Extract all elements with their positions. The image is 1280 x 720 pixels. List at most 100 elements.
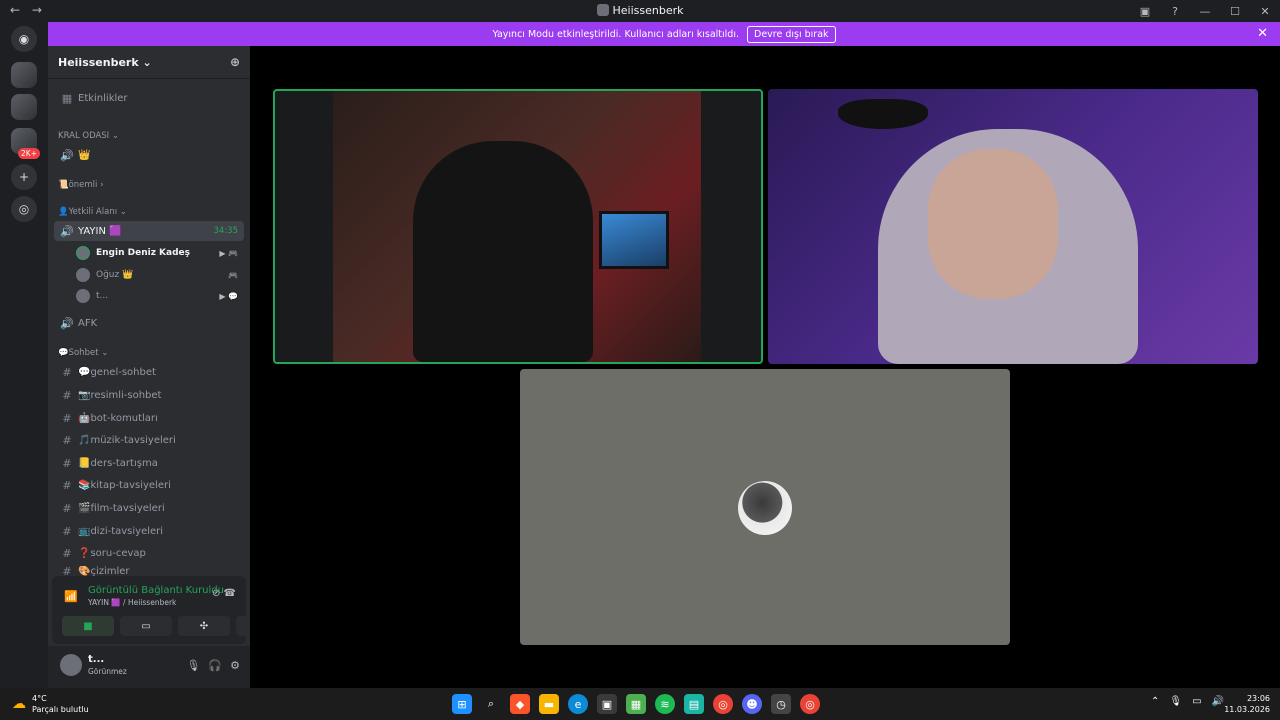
text-channel[interactable]: # 🤖bot-komutları xyxy=(54,408,244,428)
banner-close-icon[interactable]: ✕ xyxy=(1257,26,1268,41)
avatar xyxy=(76,246,90,260)
discord-home-icon[interactable]: ◉ xyxy=(11,26,37,52)
weather-desc: Parçalı bulutlu xyxy=(32,705,89,714)
clock-app-icon[interactable]: ◷ xyxy=(771,694,791,714)
discover-icon[interactable]: ◎ xyxy=(11,196,37,222)
channel-name: 🎬film-tavsiyeleri xyxy=(78,502,165,514)
disable-streamer-mode-button[interactable]: Devre dışı bırak xyxy=(747,25,836,43)
spotify-icon[interactable]: ≋ xyxy=(655,694,675,714)
app-icon[interactable]: ▤ xyxy=(684,694,704,714)
text-channel[interactable]: # 📷resimli-sohbet xyxy=(54,385,244,405)
streamer-mode-banner: Yayıncı Modu etkinleştirildi. Kullanıcı … xyxy=(48,22,1280,46)
hash-icon: # xyxy=(62,365,72,379)
voice-panel-actions: ⊘ ☎ xyxy=(212,588,236,599)
text-channel[interactable]: # 📚kitap-tavsiyeleri xyxy=(54,475,244,495)
voice-channel-afk[interactable]: 🔊 AFK xyxy=(54,313,244,333)
video-tile-1[interactable] xyxy=(273,89,763,364)
activities-button[interactable]: ✣ xyxy=(178,616,230,636)
voice-member[interactable]: t... ▶ 💬 xyxy=(76,286,244,306)
avatar xyxy=(738,481,792,535)
microphone-icon[interactable]: 🎙 xyxy=(1169,696,1182,707)
category-sohbet[interactable]: 💬Sohbet ⌄ xyxy=(58,348,108,358)
store-icon[interactable]: ▣ xyxy=(597,694,617,714)
help-icon[interactable]: ? xyxy=(1160,5,1190,18)
category-onemli[interactable]: 📜önemli › xyxy=(58,180,104,190)
invite-icon[interactable]: ⊕ xyxy=(230,55,240,69)
windows-start-icon[interactable]: ⊞ xyxy=(452,694,472,714)
chrome-profile-icon[interactable]: ◎ xyxy=(800,694,820,714)
brave-icon[interactable]: ◆ xyxy=(510,694,530,714)
microphone-icon[interactable]: 🎙 xyxy=(186,659,200,672)
chevron-up-icon[interactable]: ⌃ xyxy=(1151,696,1159,707)
voice-channel-yayin[interactable]: 🔊 YAYIN 🟪 34:35 xyxy=(54,221,244,241)
gear-icon[interactable]: ⚙ xyxy=(230,659,240,672)
hash-icon: # xyxy=(62,566,72,576)
volume-icon[interactable]: 🔊 xyxy=(1212,696,1224,707)
file-explorer-icon[interactable]: ▬ xyxy=(539,694,559,714)
window-title: Heiissenberk xyxy=(0,4,1280,17)
voice-member[interactable]: Engin Deniz Kadeş ▶ 🎮 xyxy=(76,243,244,263)
server-header[interactable]: Heiissenberk ⌄ ⊕ xyxy=(48,46,250,79)
user-status: Görünmez xyxy=(88,667,127,676)
events-item[interactable]: ▦ Etkinlikler xyxy=(54,88,244,108)
category-kral-odasi[interactable]: KRAL ODASI ⌄ xyxy=(58,131,119,141)
avatar xyxy=(76,289,90,303)
channel-name: 📺dizi-tavsiyeleri xyxy=(78,525,164,537)
edge-icon[interactable]: e xyxy=(568,694,588,714)
server-icon-1[interactable] xyxy=(11,62,37,88)
text-channel[interactable]: # 🎨çizimler xyxy=(54,566,244,576)
server-icon-2[interactable] xyxy=(11,94,37,120)
video-feed xyxy=(333,91,701,362)
channel-name: 🎵müzik-tavsiyeleri xyxy=(78,434,176,446)
voice-member[interactable]: Oğuz 👑 🎮 xyxy=(76,265,244,285)
hash-icon: # xyxy=(62,546,72,560)
minimize-button[interactable]: — xyxy=(1190,5,1220,18)
text-channel[interactable]: # 💬genel-sohbet xyxy=(54,362,244,382)
channel-name: 🎨çizimler xyxy=(78,566,130,576)
close-button[interactable]: ✕ xyxy=(1250,5,1280,18)
text-channel[interactable]: # 📺dizi-tavsiyeleri xyxy=(54,521,244,541)
member-name: Engin Deniz Kadeş xyxy=(96,248,191,258)
calendar-icon: ▦ xyxy=(61,91,73,105)
member-name: Oğuz 👑 xyxy=(96,270,134,280)
channel-sidebar: Heiissenberk ⌄ ⊕ ▦ Etkinlikler KRAL ODASI… xyxy=(48,46,288,688)
system-tray: ⌃ 🎙 ▭ 🔊 xyxy=(1151,696,1224,707)
category-yetkili-alani[interactable]: 👤Yetkili Alanı ⌄ xyxy=(58,207,127,217)
headphones-icon[interactable]: 🎧 xyxy=(208,659,222,672)
hash-icon: # xyxy=(62,411,72,425)
cloud-sun-icon: ☁ xyxy=(12,696,26,712)
minecraft-icon[interactable]: ▦ xyxy=(626,694,646,714)
video-tile-2[interactable] xyxy=(768,89,1258,364)
hash-icon: # xyxy=(62,433,72,447)
signal-icon[interactable]: 📶 xyxy=(64,590,78,603)
connection-channel[interactable]: YAYIN 🟪 / Heiissenberk xyxy=(88,598,176,607)
channel-name: 💬genel-sohbet xyxy=(78,366,156,378)
display-icon[interactable]: ▭ xyxy=(1192,696,1201,707)
hash-icon: # xyxy=(62,456,72,470)
maximize-button[interactable]: ☐ xyxy=(1220,5,1250,18)
weather-widget[interactable]: ☁ 4°C Parçalı bulutlu xyxy=(12,693,89,715)
discord-icon[interactable]: ☻ xyxy=(742,694,762,714)
server-avatar-icon xyxy=(596,4,609,16)
server-list: ◉ 2K+ + ◎ xyxy=(0,22,48,688)
user-controls: 🎙 🎧 ⚙ xyxy=(186,659,240,672)
voice-channel-kral[interactable]: 🔊 👑 xyxy=(54,145,244,165)
text-channel[interactable]: # ❓soru-cevap xyxy=(54,543,244,563)
disconnect-icon[interactable]: ☎ xyxy=(224,588,236,599)
video-tile-3[interactable] xyxy=(520,369,1010,645)
noise-suppression-icon[interactable]: ⊘ xyxy=(212,588,220,599)
user-name: t... xyxy=(88,654,105,665)
camera-button[interactable]: ■ xyxy=(62,616,114,636)
screen-share-button[interactable]: ▭ xyxy=(120,616,172,636)
search-icon[interactable]: ⌕ xyxy=(481,694,501,714)
chrome-icon[interactable]: ◎ xyxy=(713,694,733,714)
text-channel[interactable]: # 📒ders-tartışma xyxy=(54,453,244,473)
speaker-icon: 🔊 xyxy=(60,224,74,238)
clock-date: 11.03.2026 xyxy=(1224,705,1270,714)
text-channel[interactable]: # 🎬film-tavsiyeleri xyxy=(54,498,244,518)
avatar[interactable] xyxy=(60,654,82,676)
system-clock[interactable]: 23:06 11.03.2026 xyxy=(1224,693,1270,715)
inbox-icon[interactable]: ▣ xyxy=(1130,5,1160,18)
add-server-icon[interactable]: + xyxy=(11,164,37,190)
text-channel[interactable]: # 🎵müzik-tavsiyeleri xyxy=(54,430,244,450)
